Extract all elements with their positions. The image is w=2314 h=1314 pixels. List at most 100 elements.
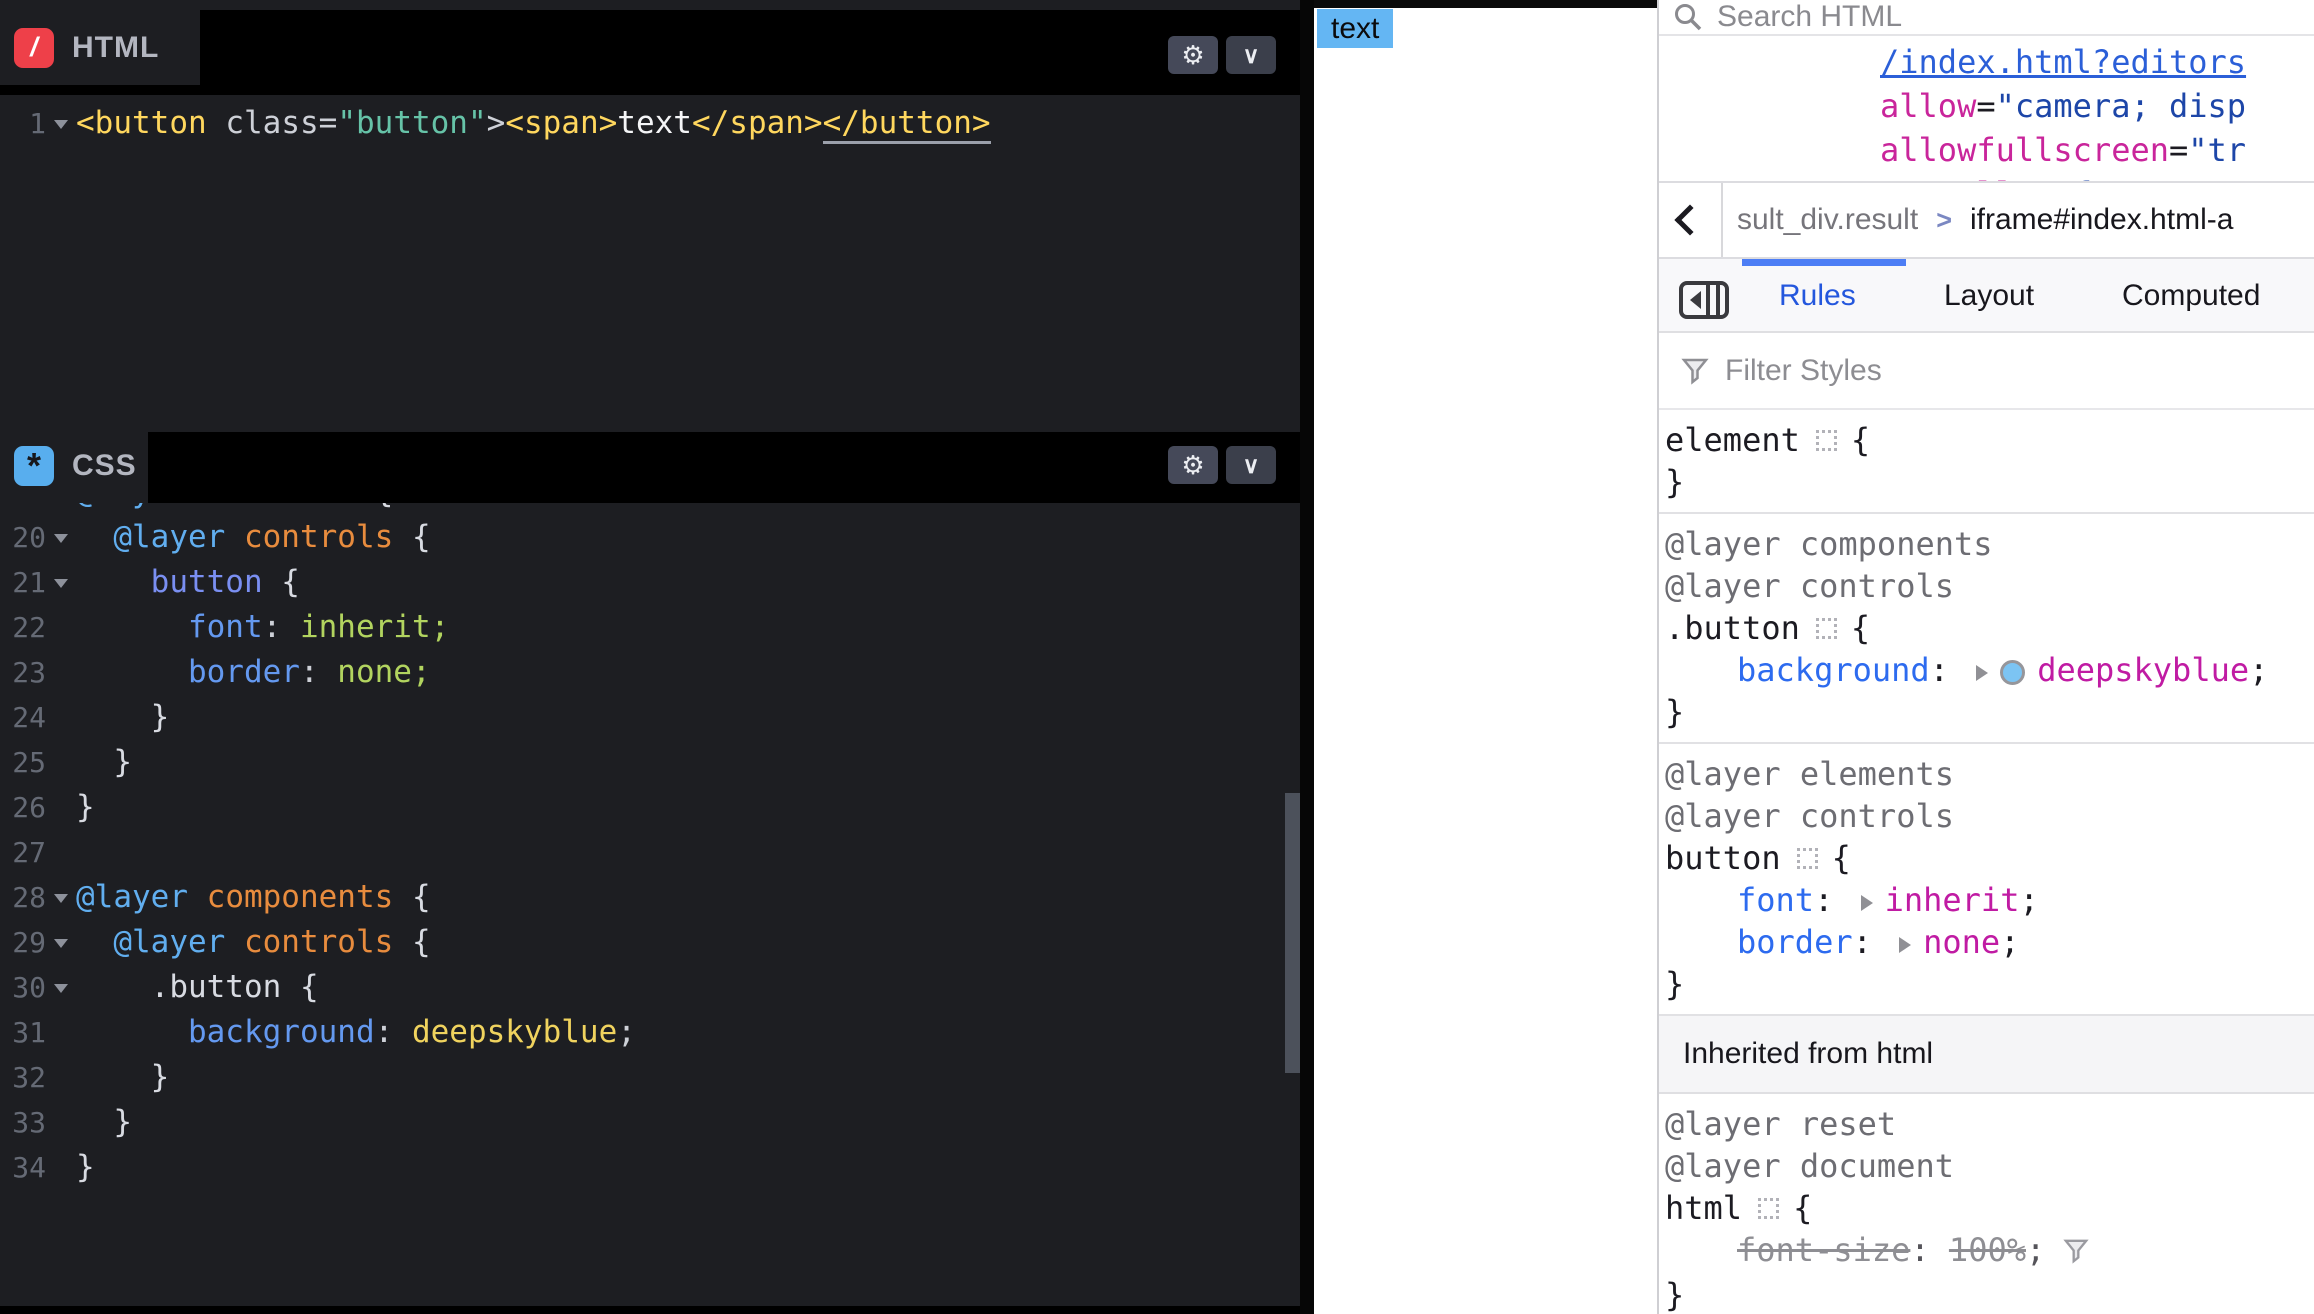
css-declaration[interactable]: font-size: 100%; — [1665, 1229, 2314, 1274]
code-line[interactable]: 26} — [0, 785, 1300, 830]
code-line[interactable]: 23 border: none; — [0, 650, 1300, 695]
css-declaration[interactable]: font: inherit; — [1665, 879, 2314, 921]
search-html-row[interactable]: Search HTML — [1659, 0, 2314, 36]
css-rule: @layer elements@layer controlsbutton{fon… — [1659, 744, 2314, 1016]
token-named: deepskyblue — [412, 1014, 617, 1050]
line-number: 24 — [0, 695, 46, 740]
filter-styles-row[interactable]: Filter Styles — [1659, 333, 2314, 410]
fold-gutter — [46, 830, 76, 875]
code-line[interactable]: 32 } — [0, 1055, 1300, 1100]
html-collapse-button[interactable]: ∨ — [1226, 36, 1276, 74]
token-brace: { — [393, 924, 430, 960]
editor-preview-divider[interactable] — [1300, 0, 1314, 1314]
markup-view[interactable]: /index.html?editorsallow="camera; dispal… — [1659, 36, 2314, 181]
selector-highlighter-icon[interactable] — [1758, 1198, 1779, 1219]
property-name[interactable]: background — [1737, 651, 1930, 689]
html-panel-header: / HTML ⚙ ∨ — [0, 10, 1300, 95]
property-value[interactable]: deepskyblue — [2037, 651, 2249, 689]
attribute-name: allow — [1880, 87, 1976, 125]
tab-layout[interactable]: Layout — [1944, 259, 2034, 333]
code-line[interactable]: 25 } — [0, 740, 1300, 785]
fold-arrow-icon[interactable] — [46, 503, 76, 515]
code-line[interactable]: 31 background: deepskyblue; — [0, 1010, 1300, 1055]
selector-highlighter-icon[interactable] — [1816, 430, 1837, 451]
chevron-down-icon: ∨ — [1243, 42, 1260, 69]
code-line[interactable]: 24 } — [0, 695, 1300, 740]
fold-gutter — [46, 1055, 76, 1100]
html-tab[interactable]: / HTML — [0, 10, 200, 85]
code-line[interactable]: 22 font: inherit; — [0, 605, 1300, 650]
breadcrumb-back-button[interactable] — [1659, 183, 1721, 257]
html-editor[interactable]: 1<button class="button"><span>text</span… — [0, 85, 1300, 428]
code-line[interactable]: 30 .button { — [0, 965, 1300, 1010]
code-line[interactable]: 29 @layer controls { — [0, 920, 1300, 965]
breadcrumb-item-result-div[interactable]: sult_div.result — [1737, 203, 1918, 237]
fold-arrow-icon[interactable] — [46, 965, 76, 1010]
rule-selector[interactable]: .button — [1665, 609, 1800, 647]
css-tab[interactable]: * CSS — [0, 428, 162, 503]
code-text: .button { — [76, 965, 319, 1010]
editor-bottom-bar — [0, 1306, 1300, 1314]
code-line[interactable]: 19@layer elements { — [0, 503, 1300, 515]
property-name[interactable]: font — [1737, 881, 1814, 919]
fold-arrow-icon[interactable] — [46, 875, 76, 920]
expander-arrow-icon[interactable] — [1861, 895, 1873, 911]
property-value[interactable]: inherit — [1885, 881, 2020, 919]
line-number: 26 — [0, 785, 46, 830]
token-attr: class — [225, 105, 318, 141]
rule-selector[interactable]: button — [1665, 839, 1781, 877]
property-value[interactable]: 100% — [1949, 1231, 2026, 1269]
code-line[interactable]: 34} — [0, 1145, 1300, 1190]
fold-arrow-icon[interactable] — [46, 560, 76, 605]
markup-line[interactable]: allowfullscreen="tr — [1880, 128, 2314, 172]
markup-line[interactable]: allow="camera; disp — [1880, 84, 2314, 128]
code-line[interactable]: 28@layer components { — [0, 875, 1300, 920]
fold-arrow-icon[interactable] — [46, 515, 76, 560]
line-number: 31 — [0, 1010, 46, 1055]
code-line[interactable]: 33 } — [0, 1100, 1300, 1145]
preview-text-button[interactable]: text — [1317, 9, 1393, 48]
sidebar-tabs: Rules Layout Computed — [1659, 259, 2314, 333]
css-editor-scrollbar[interactable] — [1285, 793, 1300, 1073]
token-brace: } — [76, 1059, 169, 1095]
fold-arrow-icon[interactable] — [46, 101, 76, 146]
property-name[interactable]: font-size — [1737, 1231, 1910, 1269]
colon: : — [1930, 651, 1969, 689]
expander-arrow-icon[interactable] — [1899, 937, 1911, 953]
expander-arrow-icon[interactable] — [1976, 665, 1988, 681]
property-name[interactable]: border — [1737, 923, 1853, 961]
code-line[interactable]: 1<button class="button"><span>text</span… — [0, 101, 1300, 146]
fold-gutter — [46, 1010, 76, 1055]
line-number: 27 — [0, 830, 46, 875]
markup-attribute-link[interactable]: /index.html?editors — [1880, 43, 2246, 81]
selector-highlighter-icon[interactable] — [1797, 848, 1818, 869]
css-collapse-button[interactable]: ∨ — [1226, 446, 1276, 484]
token-brace: } — [76, 1149, 95, 1185]
code-line[interactable]: 20 @layer controls { — [0, 515, 1300, 560]
markup-line[interactable]: ="" allow f — [1880, 172, 2314, 181]
html-settings-button[interactable]: ⚙ — [1168, 36, 1218, 74]
css-editor[interactable]: 19@layer elements {20 @layer controls {2… — [0, 503, 1300, 1306]
css-logo-icon: * — [14, 446, 54, 486]
property-value[interactable]: none — [1923, 923, 2000, 961]
css-declaration[interactable]: border: none; — [1665, 921, 2314, 963]
breadcrumb-separator-icon: > — [1936, 205, 1952, 236]
rule-selector[interactable]: element — [1665, 421, 1800, 459]
code-line[interactable]: 27 — [0, 830, 1300, 875]
selector-highlighter-icon[interactable] — [1816, 618, 1837, 639]
breadcrumb-item-iframe[interactable]: iframe#index.html-a — [1970, 203, 2233, 237]
css-settings-button[interactable]: ⚙ — [1168, 446, 1218, 484]
close-brace-line: } — [1665, 461, 2314, 503]
fold-arrow-icon[interactable] — [46, 920, 76, 965]
rule-selector[interactable]: html — [1665, 1189, 1742, 1227]
token-plain — [76, 654, 188, 690]
collapse-sidebar-icon[interactable] — [1679, 281, 1729, 319]
color-swatch[interactable] — [2000, 660, 2025, 685]
markup-line[interactable]: /index.html?editors — [1880, 40, 2314, 84]
css-declaration[interactable]: background: deepskyblue; — [1665, 649, 2314, 691]
tab-computed[interactable]: Computed — [2122, 259, 2260, 333]
tab-rules[interactable]: Rules — [1779, 259, 1856, 333]
code-line[interactable]: 21 button { — [0, 560, 1300, 605]
overridden-filter-icon[interactable] — [2063, 1232, 2089, 1274]
token-str: "button" — [337, 105, 486, 141]
